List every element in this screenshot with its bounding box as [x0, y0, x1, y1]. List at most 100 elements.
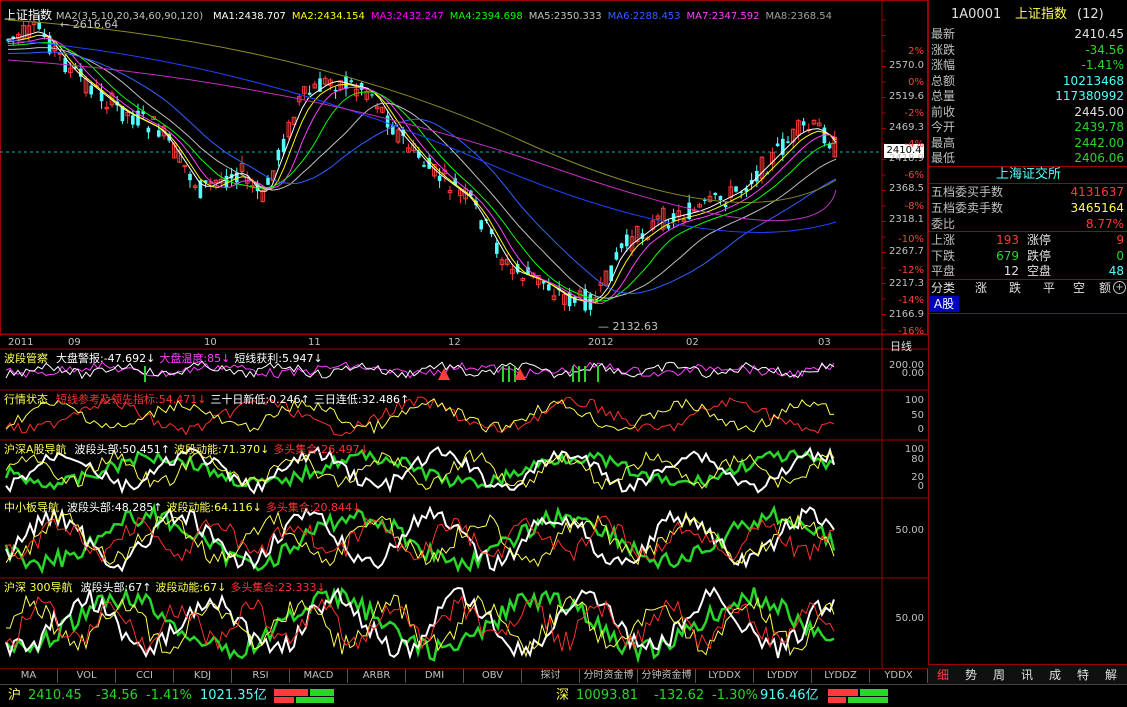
- indicator-tab[interactable]: OBV: [464, 669, 522, 683]
- indicator-tab[interactable]: LYDDZ: [812, 669, 870, 683]
- panel-value: 波段动能:64.116↓: [166, 501, 262, 514]
- panel-header: 沪深A股导航 波段头部:50.451↑ 波段动能:71.370↓ 多头集合:26.49…: [4, 441, 373, 457]
- sidebar-tab[interactable]: 特: [1072, 667, 1094, 683]
- indicator-tab[interactable]: 分时资金博: [580, 669, 638, 683]
- indicator-tab[interactable]: LYDDY: [754, 669, 812, 683]
- index-row[interactable]: [929, 475, 1127, 491]
- index-row[interactable]: [929, 331, 1127, 347]
- period-label[interactable]: 日线: [890, 338, 912, 354]
- sidebar-tab[interactable]: 势: [960, 667, 982, 683]
- index-row[interactable]: [929, 427, 1127, 443]
- candle-body: [146, 127, 151, 133]
- class-name: A股: [929, 296, 959, 312]
- index-row[interactable]: [929, 395, 1127, 411]
- indicator-tab[interactable]: KDJ: [174, 669, 232, 683]
- quote-label: 最低: [931, 151, 956, 165]
- index-row[interactable]: [929, 363, 1127, 379]
- candle-body: [224, 175, 229, 188]
- date-tick: 11: [308, 337, 321, 348]
- breadth-value: 12: [1003, 264, 1019, 278]
- index-row[interactable]: [929, 443, 1127, 459]
- kline-chart-canvas[interactable]: [0, 0, 928, 668]
- sidebar-tab[interactable]: 讯: [1016, 667, 1038, 683]
- indicator-tab[interactable]: CCI: [116, 669, 174, 683]
- index-row[interactable]: [929, 347, 1127, 363]
- panel-value: 三日连低:32.486↑: [313, 393, 410, 406]
- ma-label: MA8:2368.54: [765, 11, 833, 22]
- indicator-tab[interactable]: MA: [0, 669, 58, 683]
- candle-body: [786, 141, 790, 143]
- price-tick: 2166.9: [889, 309, 924, 320]
- candle-body: [734, 186, 738, 192]
- alert-marker: [438, 368, 450, 380]
- ma-label: MA6:2288.453: [607, 11, 681, 22]
- breadth-value: 9: [1116, 233, 1124, 247]
- stock-header: 1A0001 上证指数 (12): [929, 6, 1127, 24]
- quote-row: 涨幅 -1.41%: [929, 57, 1127, 73]
- chart-area[interactable]: 上证指数 MA2(3,5,10,20,34,60,90,120) MA1:243…: [0, 0, 928, 668]
- indicator-tab[interactable]: DMI: [406, 669, 464, 683]
- candle-body: [422, 165, 426, 167]
- indicator-tab[interactable]: MACD: [290, 669, 348, 683]
- panel-value: 短线获利:5.947↓: [234, 352, 323, 365]
- quote-value: 2406.06: [1074, 151, 1124, 165]
- quote-label: 涨幅: [931, 58, 956, 72]
- class-data-row[interactable]: A股: [929, 296, 1127, 312]
- sidebar-tab[interactable]: 解: [1100, 667, 1122, 683]
- signal-bar: [597, 366, 599, 382]
- class-header-cell: 空: [1073, 281, 1086, 295]
- order-label: 委比: [931, 217, 956, 231]
- order-row: 委比 8.77%: [929, 216, 1127, 232]
- panel-scale-tick: 50.00: [895, 525, 924, 536]
- sidebar-tab[interactable]: 成: [1044, 667, 1066, 683]
- sidebar-tab[interactable]: 周: [988, 667, 1010, 683]
- indicator-tab[interactable]: ARBR: [348, 669, 406, 683]
- candle-body: [370, 94, 374, 96]
- breadth-label: 上涨: [931, 233, 956, 247]
- panel-value: 波段头部:48.285↑: [67, 501, 163, 514]
- ma7-line: [7, 19, 837, 203]
- index-row[interactable]: [929, 491, 1127, 507]
- signal-bar: [508, 366, 510, 382]
- indicator-tab[interactable]: 分钟资金博: [638, 669, 696, 683]
- panel-value: 多头集合:20.844↓: [265, 501, 362, 514]
- class-header-cell: 额: [1099, 281, 1112, 295]
- index-row[interactable]: [929, 315, 1127, 331]
- order-label: 五档委买手数: [931, 185, 1004, 199]
- pct-tick: -4%: [904, 139, 924, 150]
- candle-body: [666, 225, 671, 229]
- plus-icon[interactable]: +: [1113, 281, 1126, 294]
- order-row: 五档委买手数 4131637: [929, 184, 1127, 200]
- sidebar-tab[interactable]: 细: [932, 667, 954, 683]
- candle-body: [281, 138, 286, 153]
- panel-value: 大盘温度:85↓: [159, 352, 231, 365]
- panel-value: 多头集合:23.333↓: [230, 581, 326, 594]
- ma-header: 上证指数 MA2(3,5,10,20,34,60,90,120) MA1:243…: [4, 6, 832, 23]
- index-row[interactable]: [929, 507, 1127, 523]
- indicator-tab[interactable]: VOL: [58, 669, 116, 683]
- quote-label: 涨跌: [931, 42, 956, 57]
- date-tick: 2011: [8, 337, 34, 348]
- breadth-label: 跌停: [1027, 248, 1052, 263]
- index-row[interactable]: [929, 523, 1127, 539]
- panel-value: 短线参考及领先指标:54.471↓: [56, 393, 207, 406]
- indicator-tab[interactable]: RSI: [232, 669, 290, 683]
- panel-scale-tick: 0: [917, 481, 924, 492]
- sme-head-line: [4, 502, 836, 575]
- panel-name: 波段管察: [4, 352, 48, 365]
- index-row[interactable]: [929, 379, 1127, 395]
- order-value: 3465164: [1070, 201, 1124, 215]
- ma-label: MA3:2432.247: [370, 11, 444, 22]
- order-label: 五档委卖手数: [931, 201, 1004, 215]
- breadth-value: 193: [996, 233, 1019, 247]
- indicator-tab[interactable]: YDDX: [870, 669, 928, 683]
- panel-header: 波段管察 大盘警报:-47.692↓ 大盘温度:85↓ 短线获利:5.947↓: [4, 350, 327, 366]
- sh-price: 2410.45: [28, 688, 82, 703]
- quote-row: 今开 2439.78: [929, 119, 1127, 135]
- indicator-tab[interactable]: LYDDX: [696, 669, 754, 683]
- sz-price: 10093.81: [576, 688, 639, 703]
- main-chart-frame: [0, 0, 928, 335]
- index-row[interactable]: [929, 459, 1127, 475]
- index-row[interactable]: [929, 411, 1127, 427]
- indicator-tab[interactable]: 探讨: [522, 669, 580, 683]
